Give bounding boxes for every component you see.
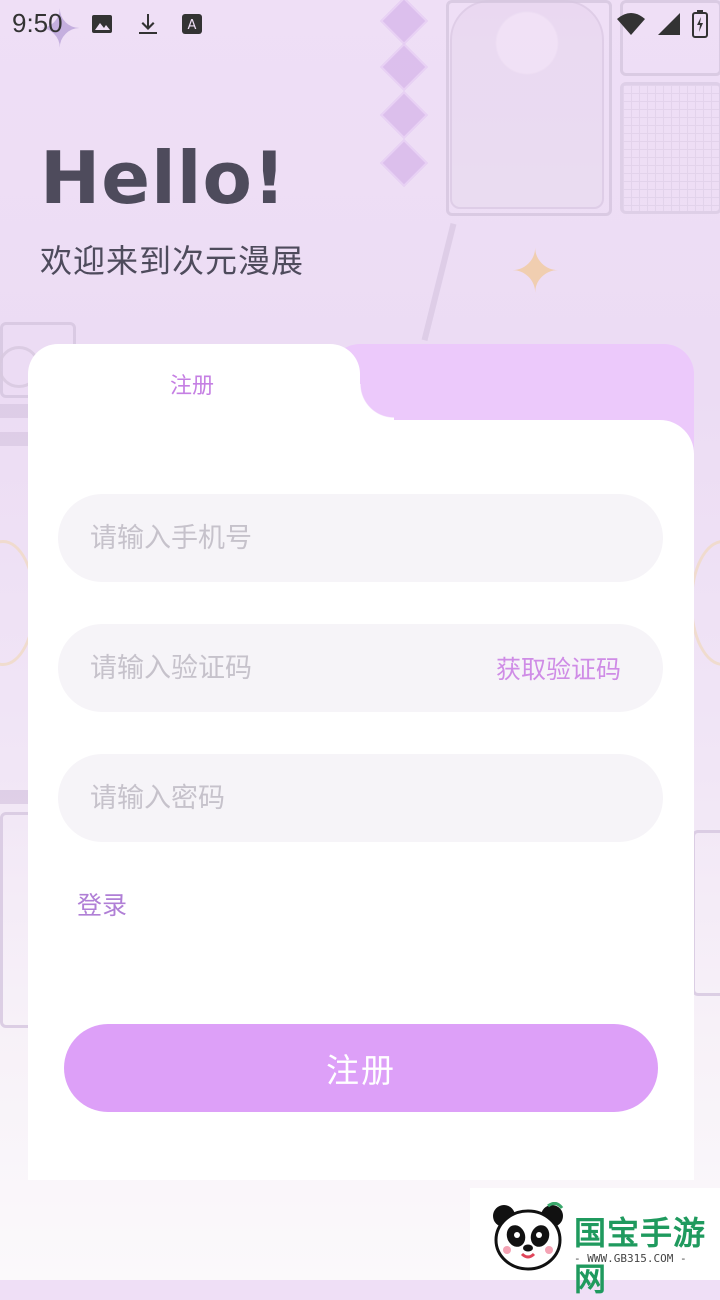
- password-input[interactable]: [90, 754, 470, 842]
- text-a-icon: A: [180, 12, 204, 36]
- panda-logo-icon: [490, 1201, 566, 1272]
- status-bar: 9:50 A: [0, 0, 720, 50]
- wifi-icon: [616, 11, 646, 41]
- code-field[interactable]: 获取验证码: [58, 624, 663, 712]
- battery-icon: [692, 10, 708, 42]
- welcome-subtitle: 欢迎来到次元漫展: [40, 242, 305, 280]
- password-field[interactable]: [58, 754, 663, 842]
- code-input[interactable]: [90, 624, 470, 712]
- phone-input[interactable]: [90, 494, 470, 582]
- download-icon: [136, 12, 160, 36]
- get-code-button[interactable]: 获取验证码: [496, 650, 621, 686]
- signal-icon: [656, 11, 682, 41]
- status-time: 9:50: [12, 8, 63, 38]
- login-link[interactable]: 登录: [77, 886, 127, 922]
- watermark-url: - WWW.GB315.COM -: [574, 1252, 687, 1265]
- greeting-title: Hello!: [40, 136, 287, 220]
- tab-register-label[interactable]: 注册: [170, 368, 214, 400]
- phone-field[interactable]: [58, 494, 663, 582]
- image-icon: [90, 12, 114, 36]
- register-button[interactable]: 注册: [64, 1024, 658, 1112]
- svg-text:A: A: [188, 18, 197, 33]
- watermark: 国宝手游网 - WWW.GB315.COM -: [470, 1188, 720, 1298]
